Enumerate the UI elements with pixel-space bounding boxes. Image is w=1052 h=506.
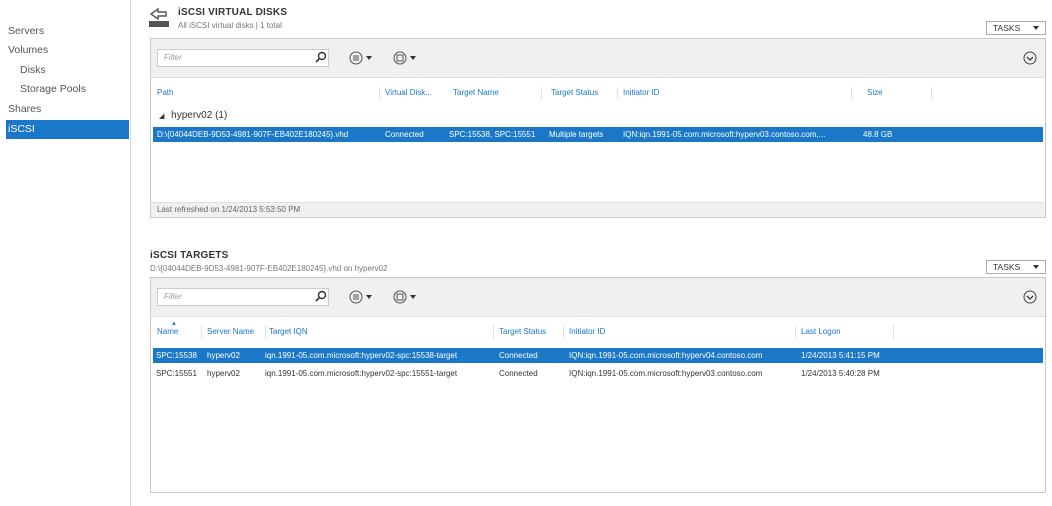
- column-divider: [851, 87, 852, 99]
- group-view-icon[interactable]: [393, 51, 417, 65]
- sidebar-item-servers[interactable]: Servers: [8, 25, 44, 37]
- col-path[interactable]: Path: [157, 88, 173, 97]
- disks-filter-input[interactable]: Filter: [157, 49, 329, 67]
- tasks-label: TASKS: [993, 23, 1021, 33]
- col-initiator-id[interactable]: Initiator ID: [623, 88, 659, 97]
- virtual-disks-title: iSCSI VIRTUAL DISKS: [178, 7, 288, 18]
- sidebar: Servers Volumes Disks Storage Pools Shar…: [0, 0, 131, 506]
- cell-server: hyperv02: [207, 351, 240, 360]
- list-view-icon[interactable]: [349, 51, 373, 65]
- col-size[interactable]: Size: [867, 88, 883, 97]
- collapse-triangle-icon[interactable]: ◢: [159, 113, 164, 120]
- col-last-logon[interactable]: Last Logon: [801, 327, 841, 336]
- cell-last-logon: 1/24/2013 5:41:15 PM: [801, 351, 880, 360]
- targets-subtitle: D:\{04044DEB-9D53-4981-907F-EB402E180245…: [150, 264, 388, 273]
- col-target-name[interactable]: Target Name: [453, 88, 499, 97]
- col-virtual-disk-status[interactable]: Virtual Disk...: [385, 88, 432, 97]
- sidebar-item-storage-pools[interactable]: Storage Pools: [20, 83, 86, 95]
- table-row[interactable]: SPC:15551 hyperv02 iqn.1991-05.com.micro…: [153, 366, 1043, 381]
- column-divider: [265, 326, 266, 338]
- tasks-label: TASKS: [993, 262, 1021, 272]
- col-name-label: Name: [157, 327, 179, 336]
- sidebar-item-volumes[interactable]: Volumes: [8, 44, 48, 56]
- targets-tasks-button[interactable]: TASKS: [986, 260, 1046, 274]
- column-divider: [563, 326, 564, 338]
- group-hyperv02[interactable]: ◢ hyperv02 (1): [159, 110, 227, 121]
- list-view-icon[interactable]: [349, 290, 373, 304]
- cell-target-iqn: iqn.1991-05.com.microsoft:hyperv02-spc:1…: [265, 351, 458, 360]
- cell-target-iqn: iqn.1991-05.com.microsoft:hyperv02-spc:1…: [265, 369, 458, 378]
- column-divider: [893, 326, 894, 338]
- col-name[interactable]: ▲ Name: [157, 321, 179, 336]
- cell-target-status: Connected: [499, 351, 538, 360]
- cell-name: SPC:15551: [156, 369, 197, 378]
- sort-ascending-icon: ▲: [171, 321, 177, 327]
- group-view-icon[interactable]: [393, 290, 417, 304]
- column-divider: [379, 87, 380, 99]
- chevron-down-icon: [1033, 265, 1039, 269]
- cell-target-name: SPC:15538, SPC:15551: [449, 130, 536, 139]
- cell-initiator-id: IQN:iqn.1991-05.com.microsoft:hyperv04.c…: [569, 351, 763, 360]
- col-initiator-id[interactable]: Initiator ID: [569, 327, 605, 336]
- cell-target-status: Multiple targets: [549, 130, 604, 139]
- cell-initiator-id: IQN:iqn.1991-05.com.microsoft:hyperv03.c…: [623, 130, 826, 139]
- targets-toolbar: Filter: [151, 278, 1045, 317]
- disks-tasks-button[interactable]: TASKS: [986, 21, 1046, 35]
- cell-last-logon: 1/24/2013 5:40:28 PM: [801, 369, 880, 378]
- cell-path: D:\{04044DEB-9D53-4981-907F-EB402E180245…: [157, 130, 349, 139]
- cell-initiator-id: IQN:iqn.1991-05.com.microsoft:hyperv03.c…: [569, 369, 763, 378]
- sidebar-item-label: iSCSI: [8, 123, 35, 135]
- iscsi-disk-icon: [149, 7, 169, 27]
- group-label: hyperv02 (1): [171, 110, 228, 121]
- sidebar-item-iscsi[interactable]: iSCSI: [6, 120, 129, 139]
- column-divider: [617, 87, 618, 99]
- targets-panel: Filter ▲ Name Server Name Target IQN Tar…: [150, 277, 1046, 493]
- col-server-name[interactable]: Server Name: [207, 327, 254, 336]
- cell-server: hyperv02: [207, 369, 240, 378]
- sidebar-item-disks[interactable]: Disks: [20, 64, 46, 76]
- cell-size: 48.8 GB: [863, 130, 893, 139]
- col-target-status[interactable]: Target Status: [551, 88, 598, 97]
- targets-title: iSCSI TARGETS: [150, 250, 229, 261]
- expand-icon[interactable]: [1023, 51, 1037, 65]
- column-divider: [931, 87, 932, 99]
- sidebar-item-shares[interactable]: Shares: [8, 103, 41, 115]
- search-icon[interactable]: [315, 290, 327, 302]
- virtual-disks-panel: Filter Path Virtual Disk... Target Name …: [150, 38, 1046, 218]
- column-divider: [541, 87, 542, 99]
- col-target-status[interactable]: Target Status: [499, 327, 546, 336]
- column-divider: [493, 326, 494, 338]
- cell-status: Connected: [385, 130, 424, 139]
- disks-last-refreshed: Last refreshed on 1/24/2013 5:53:50 PM: [151, 202, 1045, 217]
- column-divider: [201, 326, 202, 338]
- virtual-disks-subtitle: All iSCSI virtual disks | 1 total: [178, 21, 282, 30]
- search-icon[interactable]: [315, 51, 327, 63]
- table-row[interactable]: SPC:15538 hyperv02 iqn.1991-05.com.micro…: [153, 348, 1043, 363]
- targets-filter-input[interactable]: Filter: [157, 288, 329, 306]
- disks-toolbar: Filter: [151, 39, 1045, 78]
- cell-name: SPC:15538: [156, 351, 197, 360]
- col-target-iqn[interactable]: Target IQN: [269, 327, 308, 336]
- table-row[interactable]: D:\{04044DEB-9D53-4981-907F-EB402E180245…: [153, 127, 1043, 142]
- expand-icon[interactable]: [1023, 290, 1037, 304]
- chevron-down-icon: [1033, 26, 1039, 30]
- cell-target-status: Connected: [499, 369, 538, 378]
- column-divider: [795, 326, 796, 338]
